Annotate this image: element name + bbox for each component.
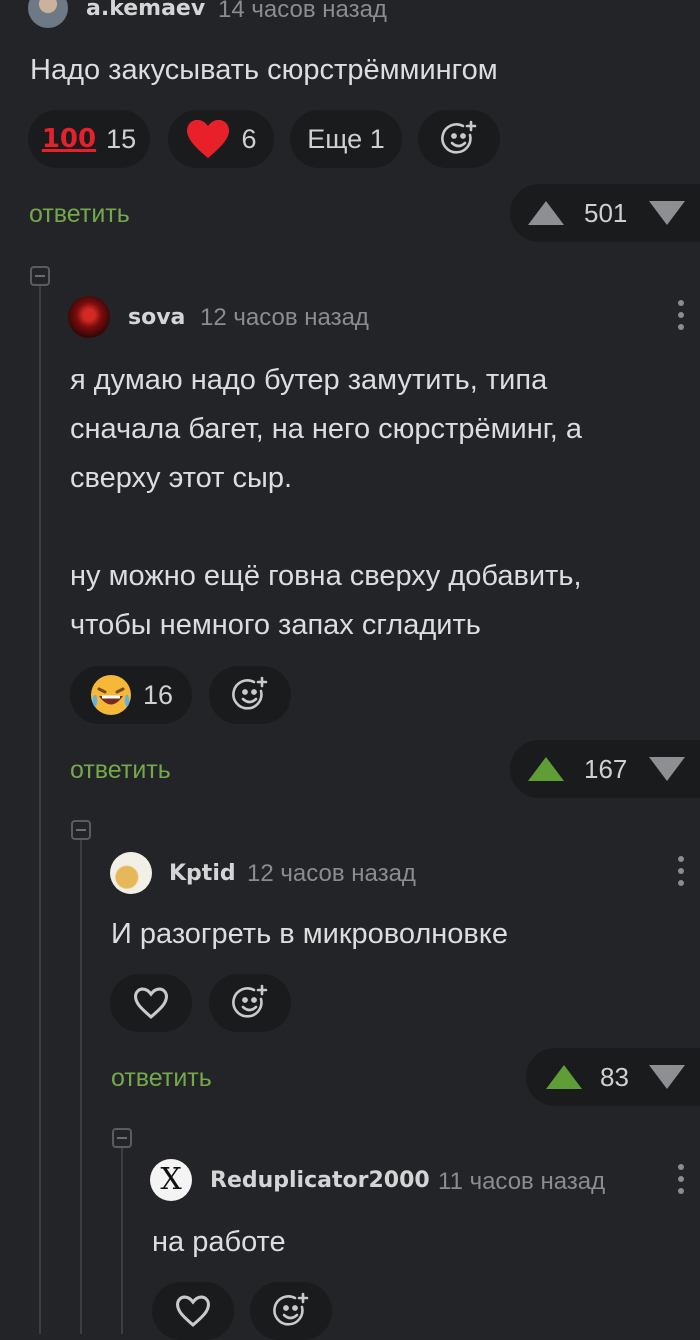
avatar[interactable] <box>68 296 110 338</box>
more-reactions-label: Еще 1 <box>307 123 385 154</box>
collapse-thread-button[interactable] <box>30 266 50 286</box>
upvote-icon[interactable] <box>528 201 564 225</box>
upvote-icon[interactable] <box>546 1065 582 1089</box>
more-options-icon[interactable] <box>677 300 685 330</box>
collapse-thread-button[interactable] <box>71 820 91 840</box>
reaction-count: 16 <box>142 679 174 710</box>
reply-button[interactable]: ответить <box>70 756 171 785</box>
comment-text: И разогреть в микроволновке <box>111 918 508 950</box>
vote-box: 83 <box>526 1048 700 1106</box>
add-reaction-button[interactable] <box>418 110 500 168</box>
comment-author[interactable]: Reduplicator2000 <box>210 1168 430 1193</box>
comment-author[interactable]: a.kemaev <box>86 0 205 21</box>
thread-line <box>80 840 82 1334</box>
like-button[interactable] <box>110 974 192 1032</box>
reaction-hundred[interactable]: 100 15 <box>28 110 150 168</box>
add-reaction-icon <box>273 1292 309 1326</box>
avatar[interactable] <box>28 0 68 28</box>
comment-text: я думаю надо бутер замутить, типа сначал… <box>70 356 582 650</box>
rating: 501 <box>584 197 628 228</box>
comment-time: 11 часов назад <box>438 1168 606 1195</box>
vote-box: 167 <box>510 740 700 798</box>
like-button[interactable] <box>152 1282 234 1340</box>
reply-button[interactable]: ответить <box>29 200 130 229</box>
more-reactions-button[interactable]: Еще 1 <box>290 110 402 168</box>
comment-text: Надо закусывать сюрстрёммингом <box>30 54 498 86</box>
rating: 167 <box>584 753 628 784</box>
add-reaction-icon <box>232 676 268 710</box>
more-options-icon[interactable] <box>677 856 685 886</box>
downvote-icon[interactable] <box>648 1065 685 1089</box>
add-reaction-icon <box>232 984 268 1018</box>
avatar[interactable] <box>110 852 152 894</box>
hundred-points-icon: 100 <box>41 124 97 154</box>
heart-outline-icon <box>175 1295 211 1327</box>
text-line: чтобы немного запах сгладить <box>70 609 481 641</box>
reaction-heart[interactable]: 6 <box>168 110 274 168</box>
add-reaction-button[interactable] <box>209 974 291 1032</box>
more-options-icon[interactable] <box>677 1164 685 1194</box>
add-reaction-button[interactable] <box>209 666 291 724</box>
reply-button[interactable]: ответить <box>111 1064 212 1093</box>
text-line: сначала багет, на него сюрстрёминг, а <box>70 413 583 445</box>
avatar[interactable]: X <box>150 1159 192 1201</box>
upvote-icon[interactable] <box>528 757 564 781</box>
downvote-icon[interactable] <box>649 757 686 781</box>
text-line: я думаю надо бутер замутить, типа <box>70 364 548 396</box>
text-line: сверху этот сыр. <box>70 462 293 494</box>
add-reaction-icon <box>441 120 477 154</box>
laughing-face-icon <box>90 675 131 715</box>
heart-icon <box>187 119 230 159</box>
avatar-letter: X <box>160 1162 182 1197</box>
comment-author[interactable]: Kptid <box>169 861 236 886</box>
thread-line <box>39 286 41 1334</box>
text-line <box>70 503 582 552</box>
text-line: ну можно ещё говна сверху добавить, <box>70 560 582 592</box>
comment-author[interactable]: sova <box>128 305 185 330</box>
rating: 83 <box>600 1061 629 1092</box>
downvote-icon[interactable] <box>649 201 686 225</box>
collapse-thread-button[interactable] <box>112 1128 132 1148</box>
add-reaction-button[interactable] <box>250 1282 332 1340</box>
reaction-count: 6 <box>241 123 257 154</box>
comment-time: 12 часов назад <box>247 860 416 887</box>
comment-time: 14 часов назад <box>218 0 387 23</box>
comment-time: 12 часов назад <box>200 304 369 331</box>
comment-text: на работе <box>152 1226 286 1258</box>
vote-box: 501 <box>510 184 700 242</box>
reaction-count: 15 <box>106 123 137 154</box>
thread-line <box>121 1148 123 1334</box>
heart-outline-icon <box>133 987 169 1019</box>
reaction-laugh[interactable]: 16 <box>70 666 192 724</box>
